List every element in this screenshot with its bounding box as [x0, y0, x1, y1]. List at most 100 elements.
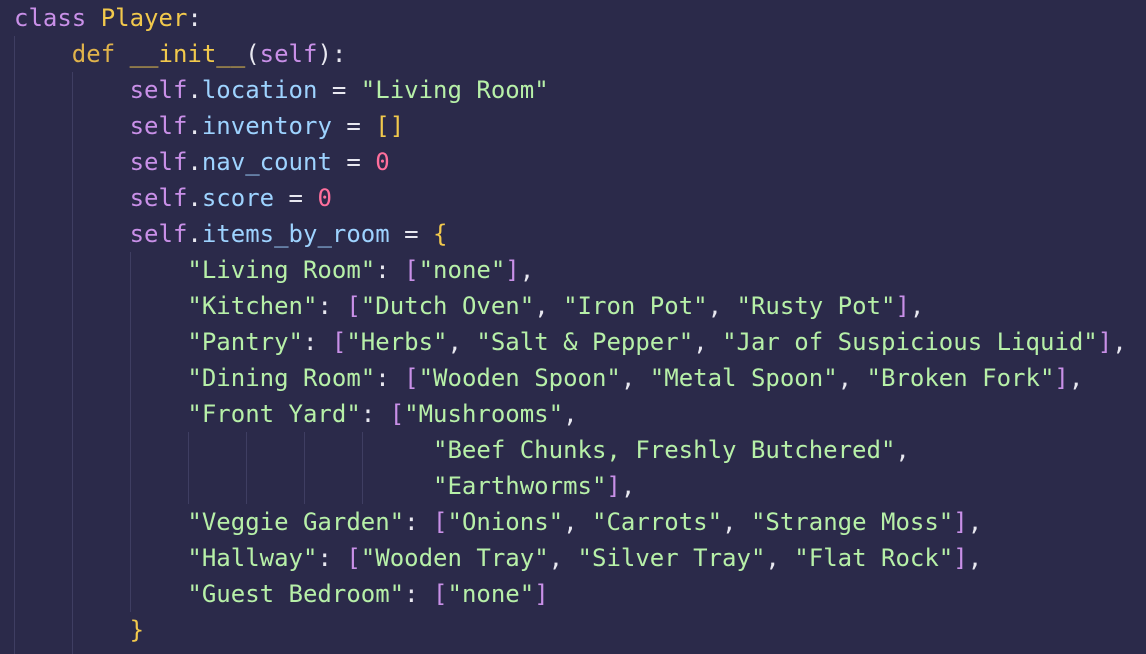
code-token: "Living Room": [187, 256, 376, 284]
code-token: ]: [1054, 364, 1069, 392]
code-token: self: [129, 148, 188, 176]
code-token: location: [201, 76, 318, 104]
code-token: "Dutch Oven": [360, 292, 535, 320]
code-token: .: [187, 220, 202, 248]
code-token: self: [129, 76, 188, 104]
code-token: ,: [548, 544, 578, 572]
code-line[interactable]: "Hallway": ["Wooden Tray", "Silver Tray"…: [14, 540, 982, 576]
code-token: ]: [1097, 328, 1113, 356]
code-editor[interactable]: class Player: def __init__(self): self.l…: [0, 0, 1146, 654]
code-token: "Earthworms": [433, 472, 607, 500]
code-token: ,: [722, 508, 751, 536]
code-token: self: [259, 40, 318, 68]
code-line[interactable]: "Living Room": ["none"],: [14, 252, 534, 288]
code-line[interactable]: "Dining Room": ["Wooden Spoon", "Metal S…: [14, 360, 1083, 396]
code-token: =: [317, 76, 361, 104]
code-line[interactable]: "Earthworms"],: [14, 468, 635, 504]
code-line[interactable]: "Pantry": ["Herbs", "Salt & Pepper", "Ja…: [14, 324, 1127, 360]
code-token: .: [187, 184, 202, 212]
code-line[interactable]: self.location = "Living Room": [14, 72, 549, 108]
code-token: =: [331, 148, 376, 176]
code-token: "Beef Chunks, Freshly Butchered": [433, 436, 896, 464]
code-token: =: [331, 112, 376, 140]
code-line[interactable]: self.inventory = []: [14, 108, 405, 144]
code-token: score: [201, 184, 275, 212]
code-line[interactable]: self.score = 0: [14, 180, 332, 216]
code-token: "none": [418, 256, 506, 284]
code-token: "Broken Fork": [866, 364, 1055, 392]
code-token: ,: [534, 292, 564, 320]
code-token: ,: [765, 544, 795, 572]
code-token: "Salt & Pepper": [476, 328, 694, 356]
code-token: "Herbs": [346, 328, 448, 356]
code-token: "Wooden Spoon": [418, 364, 621, 392]
code-token: [: [433, 580, 448, 608]
code-token: "Living Room": [360, 76, 549, 104]
code-token: ,: [563, 400, 578, 428]
code-token: :: [317, 544, 347, 572]
code-token: 0: [317, 184, 332, 212]
code-token: ,: [1068, 364, 1084, 392]
code-token: :: [360, 400, 390, 428]
code-line[interactable]: "Kitchen": ["Dutch Oven", "Iron Pot", "R…: [14, 288, 924, 324]
code-token: :: [404, 508, 434, 536]
code-token: .: [187, 76, 202, 104]
code-token: ]: [953, 544, 968, 572]
code-line[interactable]: self.items_by_room = {: [14, 216, 448, 252]
code-token: "Rusty Pot": [736, 292, 896, 320]
code-token: "Strange Moss": [750, 508, 954, 536]
code-token: "Metal Spoon": [649, 364, 838, 392]
code-token: "Jar of Suspicious Liquid": [722, 328, 1098, 356]
code-token: ,: [519, 256, 535, 284]
code-line[interactable]: def __init__(self):: [14, 36, 347, 72]
code-token: ,: [447, 328, 477, 356]
code-token: [: [433, 508, 448, 536]
code-token: "Front Yard": [187, 400, 361, 428]
code-token: 0: [375, 148, 390, 176]
code-token: [: [331, 328, 347, 356]
code-token: .: [187, 112, 202, 140]
code-token: ,: [620, 364, 650, 392]
code-line[interactable]: class Player:: [14, 0, 202, 36]
code-token: [: [404, 256, 419, 284]
code-token: ,: [1112, 328, 1127, 356]
code-token: []: [375, 112, 405, 140]
code-token: [: [346, 544, 361, 572]
code-token: "Flat Rock": [794, 544, 954, 572]
code-token: ]: [606, 472, 621, 500]
code-token: ]: [505, 256, 520, 284]
code-line[interactable]: "Beef Chunks, Freshly Butchered",: [14, 432, 910, 468]
code-token: nav_count: [201, 148, 332, 176]
code-token: ,: [837, 364, 867, 392]
code-token: __init__: [129, 40, 246, 68]
code-token: ,: [707, 292, 737, 320]
code-token: "Silver Tray": [577, 544, 766, 572]
code-token: "Onions": [447, 508, 564, 536]
code-token: [: [389, 400, 405, 428]
code-token: "Carrots": [592, 508, 723, 536]
code-token: class: [14, 4, 87, 32]
code-token: :: [317, 292, 347, 320]
code-token: self: [129, 184, 188, 212]
code-line[interactable]: "Veggie Garden": ["Onions", "Carrots", "…: [14, 504, 982, 540]
code-line[interactable]: "Guest Bedroom": ["none"]: [14, 576, 548, 612]
code-token: }: [129, 616, 145, 644]
code-line[interactable]: self.nav_count = 0: [14, 144, 390, 180]
code-token: :: [404, 580, 434, 608]
code-line[interactable]: }: [14, 612, 144, 648]
code-token: ,: [909, 292, 925, 320]
code-token: inventory: [201, 112, 332, 140]
code-line[interactable]: "Front Yard": ["Mushrooms",: [14, 396, 578, 432]
code-token: ]: [895, 292, 910, 320]
